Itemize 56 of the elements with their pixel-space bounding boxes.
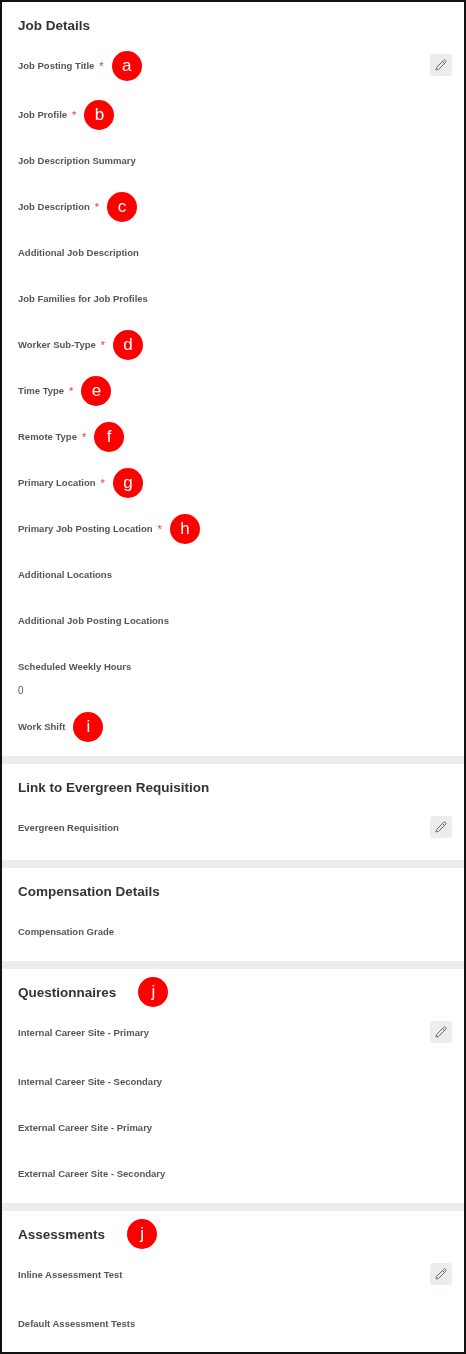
field-label: Additional Locations <box>18 569 112 580</box>
callout-marker: g <box>112 467 143 498</box>
field-value: 0 <box>18 684 25 698</box>
callout-marker: a <box>111 50 142 81</box>
callout-marker: h <box>169 513 200 544</box>
callout-marker: d <box>113 329 144 360</box>
field-label: Job Posting Title <box>18 60 95 71</box>
field-label: Job Description <box>18 201 90 212</box>
callout-marker: j <box>127 1219 158 1249</box>
required-mark: * <box>100 338 106 351</box>
field-label: Work Shift <box>18 721 66 732</box>
required-mark: * <box>100 476 105 489</box>
field-label: Compensation Grade <box>18 926 115 937</box>
field-label: Inline Assessment Test <box>18 1269 123 1280</box>
required-mark: * <box>69 384 74 397</box>
pencil-icon <box>435 1026 447 1038</box>
field-label: Internal Career Site - Secondary <box>18 1076 163 1087</box>
pencil-icon <box>435 1268 447 1280</box>
field-label: External Career Site - Primary <box>18 1122 153 1133</box>
field-label: Remote Type <box>18 431 77 442</box>
required-mark: * <box>99 59 104 72</box>
section-title: Questionnaires <box>18 984 117 1000</box>
callout-marker: i <box>73 711 104 742</box>
field-label: Job Profile <box>18 109 68 120</box>
field-label: Evergreen Requisition <box>18 822 119 833</box>
section-title: Link to Evergreen Requisition <box>18 779 210 795</box>
required-mark: * <box>157 522 162 535</box>
field-label: Job Families for Job Profiles <box>18 293 148 304</box>
section-title: Assessments <box>18 1226 106 1242</box>
field-label: Scheduled Weekly Hours <box>18 661 132 672</box>
required-mark: * <box>94 200 100 213</box>
field-label: Time Type <box>18 385 65 396</box>
required-mark: * <box>81 430 87 443</box>
callout-marker: e <box>81 375 112 406</box>
callout-marker: b <box>84 99 115 130</box>
field-label: Additional Job Description <box>18 247 139 258</box>
callout-marker: f <box>94 421 125 452</box>
edit-button[interactable] <box>430 1021 452 1043</box>
pencil-icon <box>435 59 447 71</box>
field-label: Job Description Summary <box>18 155 136 166</box>
pencil-icon <box>435 821 447 833</box>
field-label: External Career Site - Secondary <box>18 1168 166 1179</box>
field-label: Additional Job Posting Locations <box>18 615 169 626</box>
section-title: Job Details <box>18 17 91 33</box>
field-label: Primary Job Posting Location <box>18 523 153 534</box>
field-label: Worker Sub-Type <box>18 339 96 350</box>
edit-button[interactable] <box>430 54 452 76</box>
field-label: Default Assessment Tests <box>18 1318 136 1329</box>
edit-button[interactable] <box>430 1263 452 1285</box>
edit-button[interactable] <box>430 816 452 838</box>
callout-marker: c <box>107 191 138 222</box>
section-title: Compensation Details <box>18 883 160 899</box>
required-mark: * <box>72 108 77 121</box>
field-label: Internal Career Site - Primary <box>18 1027 149 1038</box>
callout-marker: j <box>138 977 169 1007</box>
field-label: Primary Location <box>18 477 96 488</box>
